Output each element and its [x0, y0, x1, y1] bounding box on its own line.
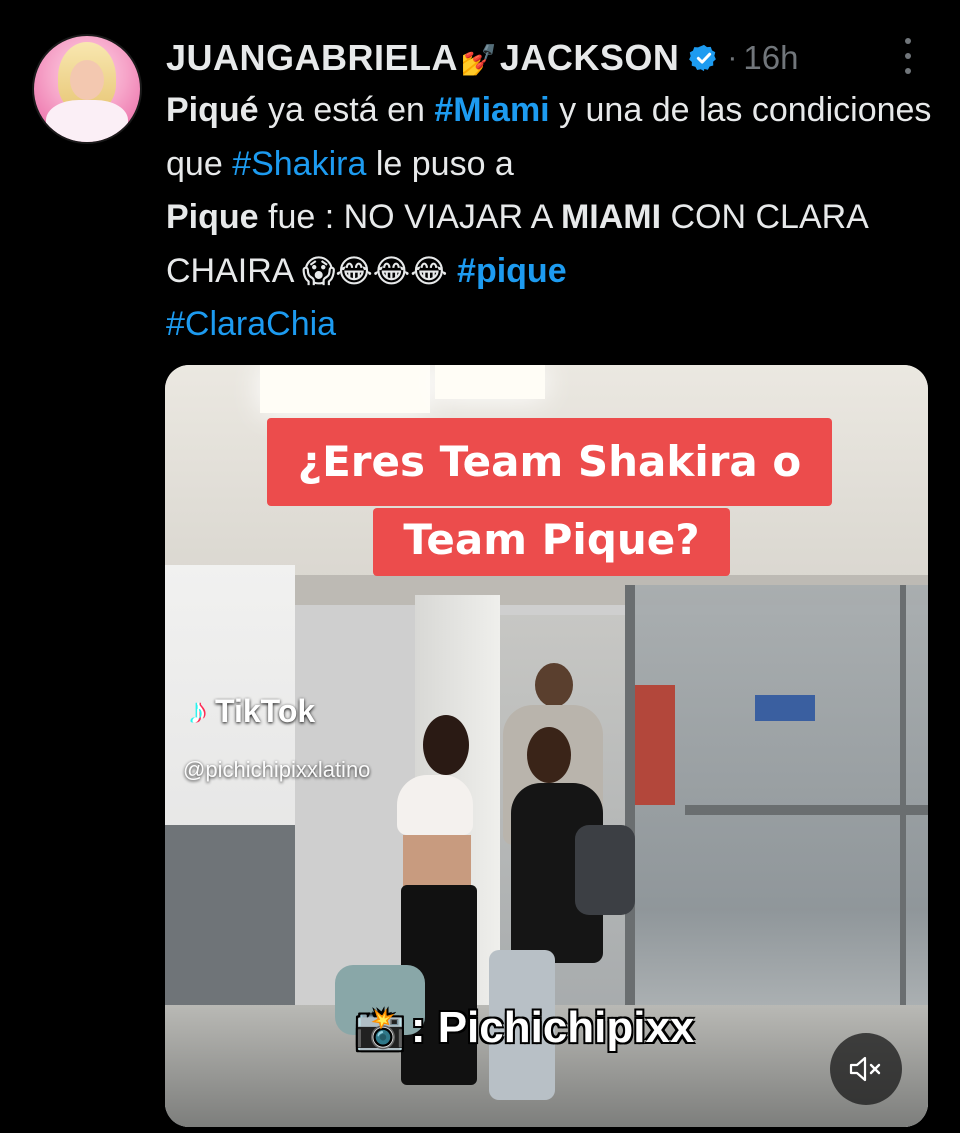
hashtag-miami[interactable]: #Miami [434, 91, 549, 129]
video-media[interactable]: ¿Eres Team Shakira o Team Pique? ♪ TikTo… [165, 365, 928, 1127]
text-pique-bold-2: Pique [166, 198, 259, 236]
credit-text: : Pichichipixx [410, 1003, 695, 1052]
author-name-part2: JACKSON [499, 37, 680, 78]
ceiling-light [260, 365, 430, 413]
hashtag-clarachia[interactable]: #ClaraChia [166, 305, 336, 343]
avatar[interactable] [32, 34, 142, 144]
more-dot [905, 53, 911, 59]
text-span: ya está en [258, 91, 435, 129]
person-bag [575, 825, 635, 915]
tweet-text: Piqué ya está en #Miami y una de las con… [166, 84, 946, 352]
text-miami-bold: MIAMI [560, 198, 662, 236]
red-banner [635, 685, 675, 805]
person-top [397, 775, 473, 835]
author-name[interactable]: JUANGABRIELA💅JACKSON [166, 37, 679, 79]
text-pique-bold: Piqué [166, 91, 259, 129]
emoji-sequence: 😱😂😂😂 [302, 252, 448, 289]
nail-emoji: 💅 [460, 44, 498, 77]
tiktok-handle: @pichichipixxlatino [183, 757, 371, 782]
author-name-part1: JUANGABRIELA [166, 37, 459, 78]
verified-badge-icon[interactable] [689, 43, 719, 73]
more-options-icon[interactable] [900, 38, 916, 74]
photo-credit: 📸 : Pichichipixx [355, 1003, 694, 1053]
separator-dot: · [727, 41, 738, 74]
tiktok-brand: TikTok [215, 692, 316, 729]
avatar-coat [46, 100, 128, 142]
text-span: fue : NO VIAJAR A [258, 198, 561, 236]
glass-rail [685, 805, 928, 815]
avatar-face [70, 60, 104, 100]
more-dot [905, 68, 911, 74]
tiktok-watermark: ♪ TikTok [189, 690, 315, 732]
person-head [535, 663, 573, 707]
timestamp[interactable]: 16h [743, 39, 798, 77]
hashtag-shakira[interactable]: #Shakira [232, 145, 366, 183]
person-head [527, 727, 571, 783]
text-span: le puso a [366, 144, 514, 183]
camera-emoji: 📸 [355, 1006, 405, 1051]
display-screen [755, 695, 815, 721]
caption-line-1: ¿Eres Team Shakira o [267, 418, 832, 506]
ceiling-light [435, 365, 545, 399]
person-head [423, 715, 469, 775]
caption-line-2: Team Pique? [373, 508, 730, 576]
tweet-header: JUANGABRIELA💅JACKSON · 16h [166, 34, 946, 82]
hashtag-pique[interactable]: #pique [457, 252, 567, 290]
more-dot [905, 38, 911, 44]
tiktok-logo-icon: ♪ [189, 690, 207, 731]
mute-icon[interactable] [830, 1033, 902, 1105]
